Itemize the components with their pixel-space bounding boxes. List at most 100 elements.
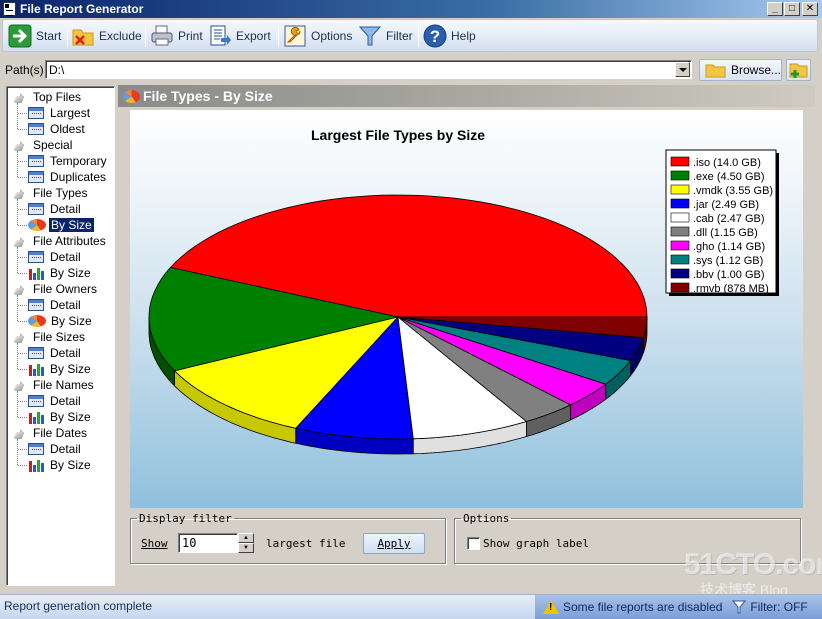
toolbar: Start Exclude Print Export Options Filte…	[2, 19, 818, 52]
legend-label: .rmvb (878 MB)	[693, 283, 769, 295]
print-button[interactable]: Print	[150, 23, 203, 49]
folder-arrow-icon	[11, 379, 25, 392]
title-bar: File Report Generator _ □ ✕	[0, 0, 822, 18]
chart-area: Largest File Types by Size .iso (14.0 GB…	[130, 110, 803, 508]
tree-item[interactable]: Largest	[28, 105, 92, 121]
tree-group[interactable]: File Attributes	[11, 233, 108, 249]
tree-item[interactable]: Detail	[28, 297, 83, 313]
path-input[interactable]: D:\	[45, 60, 692, 79]
tree-item[interactable]: Temporary	[28, 153, 109, 169]
tree-group[interactable]: File Dates	[11, 425, 89, 441]
folder-arrow-icon	[11, 139, 25, 152]
bar-chart-icon	[28, 363, 44, 376]
app-icon	[3, 2, 16, 16]
folder-arrow-icon	[11, 91, 25, 104]
bar-chart-icon	[28, 411, 44, 424]
tree-item[interactable]: By Size	[28, 217, 95, 233]
maximize-button[interactable]: □	[784, 2, 800, 16]
path-row: Path(s) D:\ Browse...	[0, 56, 822, 84]
tree-item[interactable]: Detail	[28, 201, 83, 217]
minimize-button[interactable]: _	[767, 2, 783, 16]
largest-file-label: largest file	[266, 537, 346, 550]
tree-group[interactable]: File Names	[11, 377, 96, 393]
table-icon	[28, 299, 44, 311]
report-panel: File Types - By Size Largest File Types …	[118, 85, 815, 585]
folder-add-icon	[789, 63, 808, 78]
close-button[interactable]: ✕	[802, 2, 818, 16]
legend-label: .dll (1.15 GB)	[693, 227, 758, 239]
tree-item[interactable]: By Size	[28, 313, 94, 329]
filter-button[interactable]: Filter	[358, 23, 413, 49]
tree-group[interactable]: Special	[11, 137, 74, 153]
legend-label: .vmdk (3.55 GB)	[693, 185, 773, 197]
chart-title: Largest File Types by Size	[311, 127, 485, 143]
table-icon	[28, 203, 44, 215]
tree-item[interactable]: Detail	[28, 345, 83, 361]
export-button[interactable]: Export	[208, 23, 271, 49]
table-icon	[28, 171, 44, 183]
panel-title: File Types - By Size	[143, 88, 273, 104]
display-filter-legend: Display filter	[139, 512, 232, 525]
pie-chart-icon	[28, 315, 46, 327]
bar-chart-icon	[28, 267, 44, 280]
status-message: Report generation complete	[4, 599, 153, 613]
legend-swatch	[670, 170, 690, 181]
tree-item[interactable]: Detail	[28, 441, 83, 457]
export-icon	[208, 24, 232, 48]
legend-swatch	[670, 268, 690, 279]
filter-icon	[732, 600, 747, 614]
printer-icon	[150, 24, 174, 48]
tree-item[interactable]: By Size	[28, 265, 93, 281]
options-legend: Options	[463, 512, 510, 525]
tree-item[interactable]: Detail	[28, 393, 83, 409]
show-label: Show	[141, 537, 168, 550]
chart-legend: .iso (14.0 GB) .exe (4.50 GB) .vmdk (3.55 …	[665, 149, 779, 296]
tree-item[interactable]: Duplicates	[28, 169, 108, 185]
tree-item[interactable]: By Size	[28, 457, 93, 473]
report-tree[interactable]: Top Files Largest Oldest Special Temporary Du…	[6, 86, 115, 586]
tree-item[interactable]: Oldest	[28, 121, 87, 137]
table-icon	[28, 395, 44, 407]
folder-arrow-icon	[11, 331, 25, 344]
count-decrement[interactable]: ▼	[238, 543, 254, 553]
funnel-icon	[358, 24, 382, 48]
folder-arrow-icon	[11, 283, 25, 296]
count-increment[interactable]: ▲	[238, 533, 254, 543]
arrow-right-icon	[8, 24, 32, 48]
legend-swatch	[670, 240, 690, 251]
tree-group[interactable]: Top Files	[11, 89, 83, 105]
legend-label: .gho (1.14 GB)	[693, 241, 765, 253]
table-icon	[28, 443, 44, 455]
legend-swatch	[670, 156, 690, 167]
table-icon	[28, 123, 44, 135]
path-dropdown-button[interactable]	[675, 62, 690, 77]
panel-header: File Types - By Size	[118, 85, 815, 107]
tree-item[interactable]: By Size	[28, 409, 93, 425]
tree-group[interactable]: File Sizes	[11, 329, 87, 345]
tree-item[interactable]: Detail	[28, 249, 83, 265]
browse-button[interactable]: Browse...	[699, 59, 782, 81]
legend-label: .bbv (1.00 GB)	[693, 269, 765, 281]
bar-chart-icon	[28, 459, 44, 472]
legend-swatch	[670, 198, 690, 209]
pie-chart: Largest File Types by Size .iso (14.0 GB…	[148, 127, 779, 455]
count-input[interactable]: 10	[178, 533, 238, 553]
add-path-button[interactable]	[786, 59, 811, 81]
table-icon	[28, 155, 44, 167]
start-button[interactable]: Start	[8, 23, 61, 49]
warning-text[interactable]: Some file reports are disabled	[563, 600, 722, 614]
window-title: File Report Generator	[20, 2, 144, 16]
exclude-button[interactable]: Exclude	[71, 23, 142, 49]
options-button[interactable]: Options	[283, 23, 352, 49]
filter-status[interactable]: Filter: OFF	[750, 600, 807, 614]
tree-group[interactable]: File Types	[11, 185, 89, 201]
apply-button[interactable]: Apply	[363, 533, 425, 554]
legend-label: .sys (1.12 GB)	[693, 255, 763, 267]
tree-item[interactable]: By Size	[28, 361, 93, 377]
warning-icon	[543, 600, 559, 614]
legend-label: .iso (14.0 GB)	[693, 157, 761, 169]
help-button[interactable]: ? Help	[423, 23, 476, 49]
show-graph-label-checkbox[interactable]	[467, 537, 480, 550]
tree-group[interactable]: File Owners	[11, 281, 99, 297]
table-icon	[28, 107, 44, 119]
